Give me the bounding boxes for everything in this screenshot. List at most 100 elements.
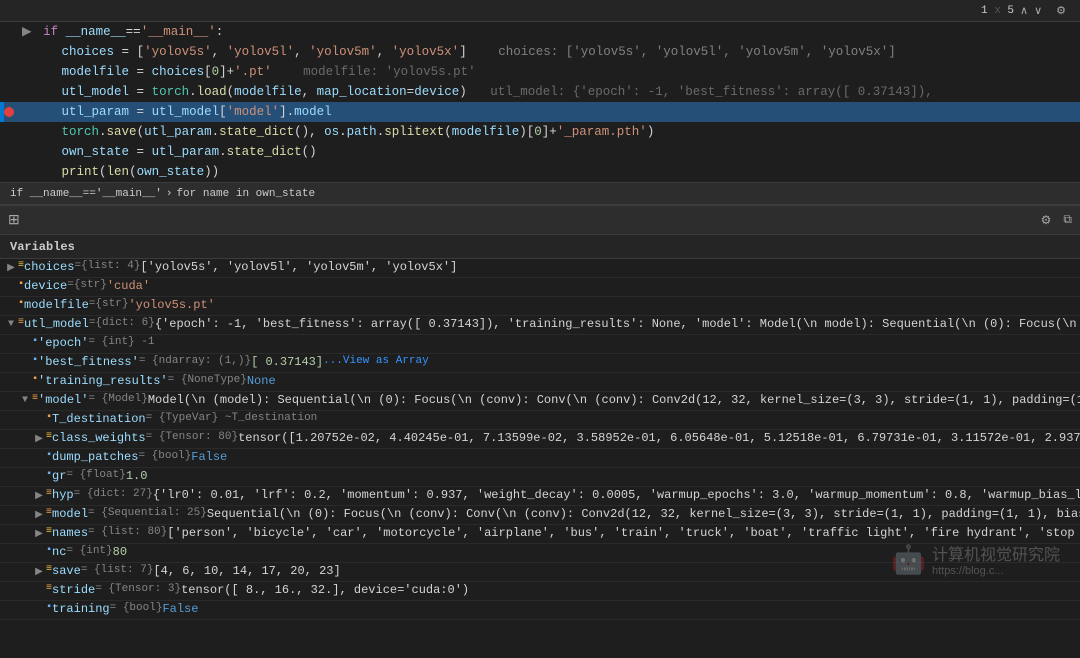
var-row-class-weights[interactable]: ▶ ≡ class_weights = {Tensor: 80} tensor(… bbox=[0, 430, 1080, 449]
inline-comment-choices: choices: ['yolov5s', 'yolov5l', 'yolov5m… bbox=[498, 45, 896, 59]
expand-utl-model[interactable]: ▼ bbox=[4, 319, 18, 330]
panel-settings-icon[interactable]: ⚙ bbox=[1041, 213, 1052, 228]
var-row-best-fitness[interactable]: ▪ 'best_fitness' = {ndarray: (1,)} [ 0.3… bbox=[0, 354, 1080, 373]
var-row-choices[interactable]: ▶ ≡ choices ={list: 4} ['yolov5s', 'yolo… bbox=[0, 259, 1080, 278]
var-value-gr: 1.0 bbox=[126, 469, 148, 483]
str-yolov5s: 'yolov5s' bbox=[144, 45, 212, 59]
variables-panel[interactable]: ▶ ≡ choices ={list: 4} ['yolov5s', 'yolo… bbox=[0, 259, 1080, 658]
line-content-7: own_state = utl_param.state_dict() bbox=[18, 142, 1080, 162]
var-value-stride: tensor([ 8., 16., 32.], device='cuda:0') bbox=[181, 583, 469, 597]
var-row-epoch[interactable]: ▪ 'epoch' = {int} -1 bbox=[0, 335, 1080, 354]
var-type-tr: = {NoneType} bbox=[168, 374, 247, 386]
code-line-2: choices = ['yolov5s', 'yolov5l', 'yolov5… bbox=[0, 42, 1080, 62]
var-type-dp: = {bool} bbox=[138, 450, 191, 462]
var-row-tdest[interactable]: ▪ T_destination = {TypeVar} ~T_destinati… bbox=[0, 411, 1080, 430]
var-type-device: ={str} bbox=[67, 279, 107, 291]
expand-choices[interactable]: ▶ bbox=[4, 262, 18, 274]
var-type-epoch: = {int} -1 bbox=[88, 336, 154, 348]
var-name-model-key: 'model' bbox=[38, 393, 88, 407]
arrow-up-icon[interactable]: ∧ bbox=[1020, 4, 1028, 18]
var-row-gr[interactable]: ▪ gr = {float} 1.0 bbox=[0, 468, 1080, 487]
var-row-device[interactable]: ▪ device ={str} 'cuda' bbox=[0, 278, 1080, 297]
code-line-1: ▶ if __name__=='__main__': bbox=[0, 22, 1080, 42]
var-value-names: ['person', 'bicycle', 'car', 'motorcycle… bbox=[167, 526, 1080, 540]
var-row-names[interactable]: ▶ ≡ names = {list: 80} ['person', 'bicyc… bbox=[0, 525, 1080, 544]
var-choices: choices bbox=[62, 45, 115, 59]
str-main: '__main__' bbox=[141, 25, 216, 39]
var-name-dp: dump_patches bbox=[52, 450, 138, 464]
var-row-stride[interactable]: ≡ stride = {Tensor: 3} tensor([ 8., 16.,… bbox=[0, 582, 1080, 601]
inline-comment-modelfile: modelfile: 'yolov5s.pt' bbox=[303, 65, 476, 79]
var-type-cw: = {Tensor: 80} bbox=[146, 431, 238, 443]
code-line-6: torch.save(utl_param.state_dict(), os.pa… bbox=[0, 122, 1080, 142]
var-row-hyp[interactable]: ▶ ≡ hyp = {dict: 27} {'lr0': 0.01, 'lrf'… bbox=[0, 487, 1080, 506]
arrow-down-icon[interactable]: ∨ bbox=[1034, 4, 1042, 18]
var-name-gr: gr bbox=[52, 469, 66, 483]
variables-grid-icon[interactable]: ⊞ bbox=[8, 212, 20, 229]
pagination-text: 1 x 5 bbox=[981, 5, 1014, 17]
op: == bbox=[126, 25, 141, 39]
var-name-choices: choices bbox=[24, 260, 74, 274]
var-row-save[interactable]: ▶ ≡ save = {list: 7} [4, 6, 10, 14, 17, … bbox=[0, 563, 1080, 582]
var-value-utl-model: {'epoch': -1, 'best_fitness': array([ 0.… bbox=[155, 317, 1080, 331]
var-value-cw: tensor([1.20752e-02, 4.40245e-01, 7.1359… bbox=[238, 431, 1080, 445]
var-value-save: [4, 6, 10, 14, 17, 20, 23] bbox=[153, 564, 340, 578]
panel-divider: ⊞ ⚙ ⧉ bbox=[0, 205, 1080, 235]
line-content-6: torch.save(utl_param.state_dict(), os.pa… bbox=[18, 122, 1080, 142]
breadcrumb-part-1: if __name__=='__main__' bbox=[10, 188, 162, 200]
keyword-if: if bbox=[43, 25, 66, 39]
var-name-best-fitness: 'best_fitness' bbox=[38, 355, 139, 369]
var-value-modelfile: 'yolov5s.pt' bbox=[128, 298, 214, 312]
panel-expand-icon[interactable]: ⧉ bbox=[1063, 213, 1072, 227]
var-type-best-fitness: = {ndarray: (1,)} bbox=[139, 355, 251, 367]
code-line-5: utl_param = utl_model['model'].model bbox=[0, 102, 1080, 122]
expand-model-key[interactable]: ▼ bbox=[18, 395, 32, 406]
var-name-model2: model bbox=[52, 507, 88, 521]
var-name-save: save bbox=[52, 564, 81, 578]
expand-names[interactable]: ▶ bbox=[32, 528, 46, 540]
code-line-4: utl_model = torch.load(modelfile, map_lo… bbox=[0, 82, 1080, 102]
expand-model2[interactable]: ▶ bbox=[32, 509, 46, 521]
expand-hyp[interactable]: ▶ bbox=[32, 490, 46, 502]
var-value-choices: ['yolov5s', 'yolov5l', 'yolov5m', 'yolov… bbox=[140, 260, 457, 274]
var-row-modelfile[interactable]: ▪ modelfile ={str} 'yolov5s.pt' bbox=[0, 297, 1080, 316]
var-row-model2[interactable]: ▶ ≡ model = {Sequential: 25} Sequential(… bbox=[0, 506, 1080, 525]
code-container: ▶ if __name__=='__main__': choices = ['y… bbox=[0, 22, 1080, 182]
expand-cw[interactable]: ▶ bbox=[32, 433, 46, 445]
var-modelfile: modelfile bbox=[62, 65, 130, 79]
var-name-names: names bbox=[52, 526, 88, 540]
var-type-tdest: = {TypeVar} ~T_destination bbox=[146, 412, 318, 424]
var-value-dp: False bbox=[191, 450, 227, 464]
var-type-utl-model: ={dict: 6} bbox=[89, 317, 155, 329]
code-line-8: print(len(own_state)) bbox=[0, 162, 1080, 182]
var-value-best-fitness: [ 0.37143] bbox=[251, 355, 323, 369]
var-row-utl-model[interactable]: ▼ ≡ utl_model ={dict: 6} {'epoch': -1, '… bbox=[0, 316, 1080, 335]
breadcrumb-bar: if __name__=='__main__' › for name in ow… bbox=[0, 182, 1080, 204]
variables-title: Variables bbox=[10, 240, 75, 254]
var-value-training: False bbox=[162, 602, 198, 616]
line-content-8: print(len(own_state)) bbox=[18, 162, 1080, 182]
var-row-nc[interactable]: ▪ nc = {int} 80 bbox=[0, 544, 1080, 563]
settings-icon[interactable]: ⚙ bbox=[1056, 4, 1066, 18]
var-row-dump-patches[interactable]: ▪ dump_patches = {bool} False bbox=[0, 449, 1080, 468]
var-value-nc: 80 bbox=[113, 545, 127, 559]
var-value-model-key: Model(\n (model): Sequential(\n (0): Foc… bbox=[148, 393, 1080, 407]
var-row-model-key[interactable]: ▼ ≡ 'model' = {Model} Model(\n (model): … bbox=[0, 392, 1080, 411]
line-content-5: utl_param = utl_model['model'].model bbox=[18, 102, 1080, 122]
colon: : bbox=[216, 25, 224, 39]
op-eq: = bbox=[122, 45, 137, 59]
var-name-epoch: 'epoch' bbox=[38, 336, 88, 350]
var-type-gr: = {float} bbox=[66, 469, 125, 481]
var-name-training: training bbox=[52, 602, 110, 616]
expand-save[interactable]: ▶ bbox=[32, 566, 46, 578]
var-value-hyp: {'lr0': 0.01, 'lrf': 0.2, 'momentum': 0.… bbox=[153, 488, 1080, 502]
line-content-1: ▶ if __name__=='__main__': bbox=[18, 22, 1080, 42]
view-link-bf[interactable]: ...View as Array bbox=[323, 355, 429, 367]
var-name-cw: class_weights bbox=[52, 431, 146, 445]
var-type-hyp: = {dict: 27} bbox=[74, 488, 153, 500]
var-name-modelfile: modelfile bbox=[24, 298, 89, 312]
editor-area: 1 x 5 ∧ ∨ ⚙ ▶ if __name__=='__main__': c… bbox=[0, 0, 1080, 205]
var-row-training-results[interactable]: ▪ 'training_results' = {NoneType} None bbox=[0, 373, 1080, 392]
var-type-modelfile: ={str} bbox=[89, 298, 129, 310]
var-row-training[interactable]: ▪ training = {bool} False bbox=[0, 601, 1080, 620]
